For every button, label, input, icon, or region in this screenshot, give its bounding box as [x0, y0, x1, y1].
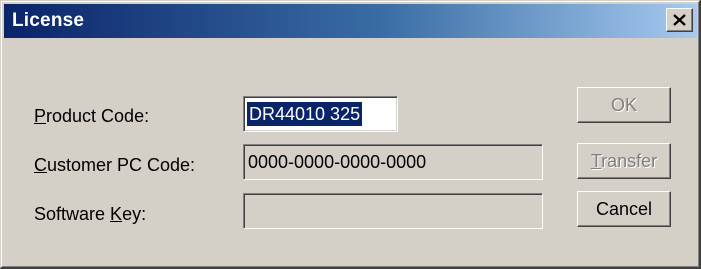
- product-code-label: Product Code:: [34, 106, 150, 126]
- license-dialog: License Product Code: DR44010 325 Custom…: [0, 0, 701, 269]
- dialog-title: License: [12, 10, 85, 31]
- cancel-button[interactable]: Cancel: [577, 191, 671, 227]
- close-icon: [673, 14, 686, 26]
- title-bar[interactable]: License: [4, 4, 697, 38]
- product-code-field[interactable]: DR44010 325: [243, 96, 398, 132]
- customer-pc-code-label: Customer PC Code:: [34, 155, 196, 175]
- transfer-button[interactable]: Transfer: [577, 143, 671, 179]
- software-key-label: Software Key:: [34, 204, 147, 224]
- product-code-value: DR44010 325: [247, 102, 363, 126]
- software-key-field[interactable]: [243, 193, 543, 229]
- ok-button[interactable]: OK: [577, 87, 671, 123]
- close-button[interactable]: [666, 8, 693, 32]
- customer-pc-code-field[interactable]: 0000-0000-0000-0000: [243, 144, 543, 180]
